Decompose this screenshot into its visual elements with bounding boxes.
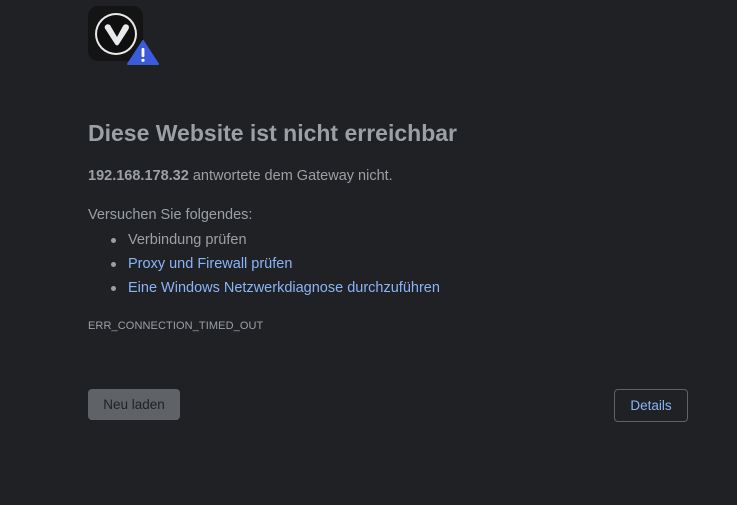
error-page: Diese Website ist nicht erreichbar 192.1…: [0, 0, 737, 505]
error-summary-text: antwortete dem Gateway nicht.: [188, 168, 393, 184]
reload-button[interactable]: Neu laden: [88, 389, 180, 420]
list-item: Eine Windows Netzwerkdiagnose durchzufüh…: [88, 277, 440, 301]
error-summary: 192.168.178.32 antwortete dem Gateway ni…: [88, 168, 393, 184]
error-code: ERR_CONNECTION_TIMED_OUT: [88, 320, 264, 332]
suggestion-check-connection: Verbindung prüfen: [128, 232, 247, 248]
suggestions-list: Verbindung prüfen Proxy und Firewall prü…: [88, 229, 440, 301]
page-title: Diese Website ist nicht erreichbar: [88, 120, 457, 146]
details-button[interactable]: Details: [614, 389, 688, 422]
list-item: Proxy und Firewall prüfen: [88, 253, 440, 277]
host-address: 192.168.178.32: [88, 168, 189, 184]
suggestions-heading: Versuchen Sie folgendes:: [88, 207, 253, 223]
suggestion-network-diagnostics-link[interactable]: Eine Windows Netzwerkdiagnose durchzufüh…: [128, 280, 440, 296]
suggestion-proxy-firewall-link[interactable]: Proxy und Firewall prüfen: [128, 256, 292, 272]
error-icon-group: [88, 6, 160, 66]
warning-triangle-icon: [126, 39, 160, 71]
list-item: Verbindung prüfen: [88, 229, 440, 253]
